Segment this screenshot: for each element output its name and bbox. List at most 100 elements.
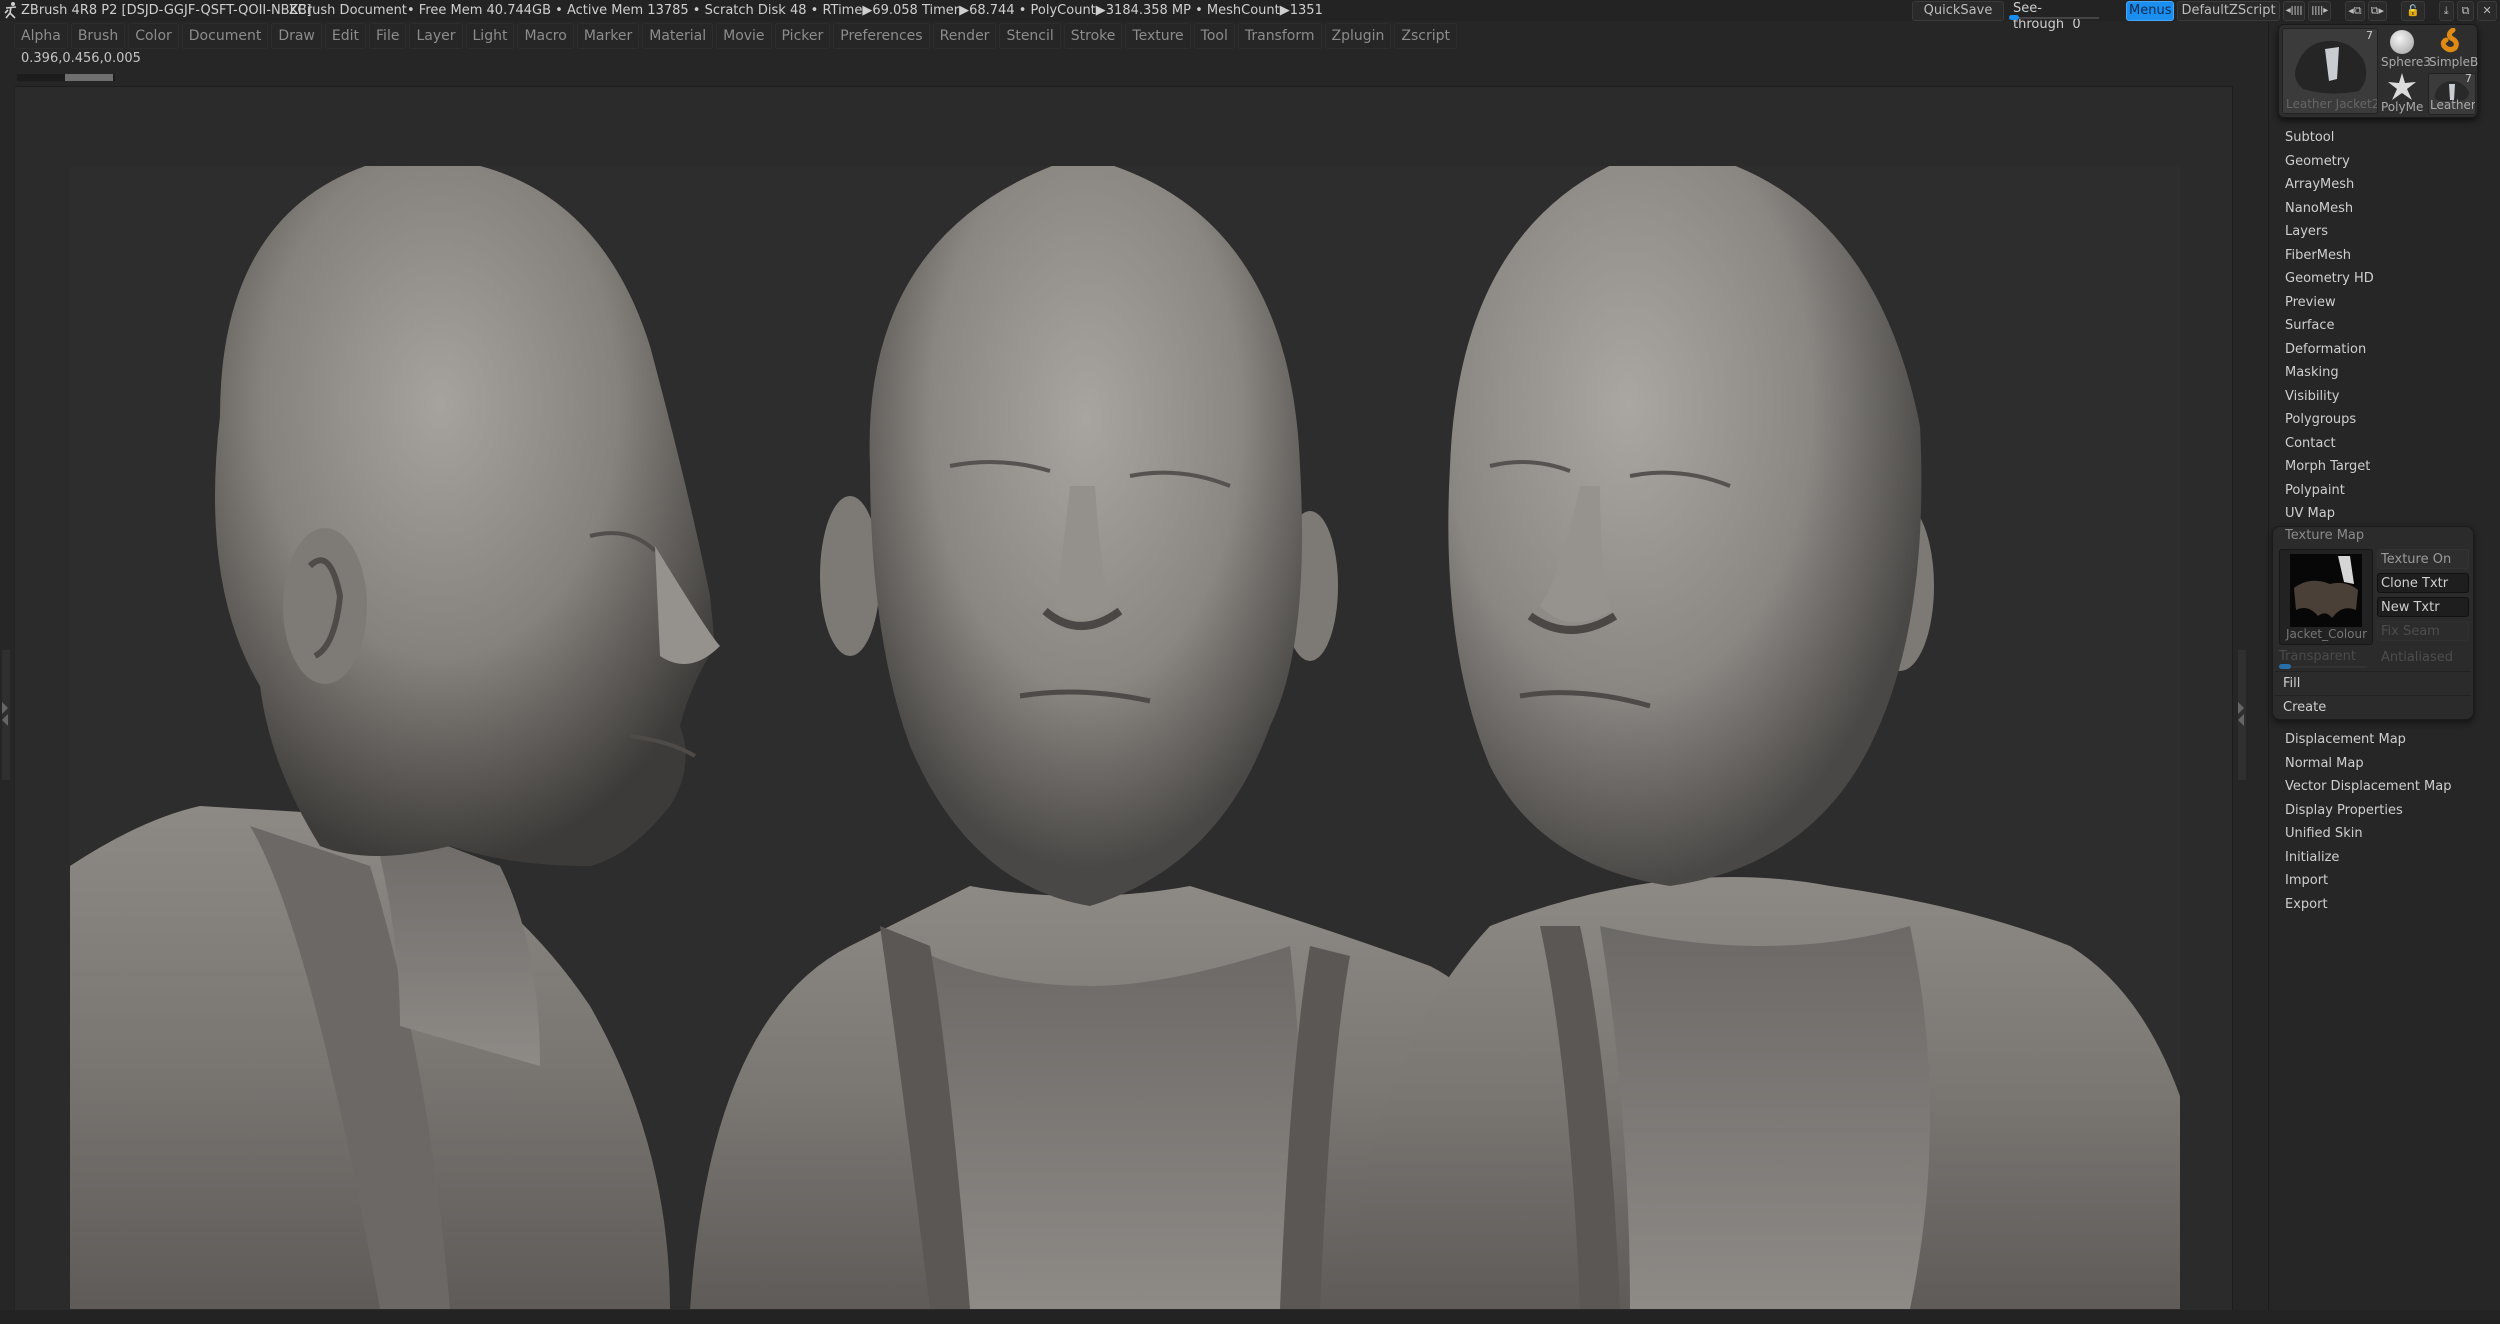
- new-texture-button[interactable]: New Txtr: [2377, 597, 2469, 617]
- subpalette-geometry-hd[interactable]: Geometry HD: [2285, 267, 2374, 291]
- menu-color[interactable]: Color: [128, 23, 179, 49]
- see-through-track[interactable]: [2009, 15, 2099, 20]
- current-tool-label: Leather Jacket2: [2286, 97, 2378, 111]
- subpalette-visibility[interactable]: Visibility: [2285, 385, 2374, 409]
- subpalette-contact[interactable]: Contact: [2285, 432, 2374, 456]
- see-through-slider[interactable]: See-through 0: [2007, 1, 2102, 32]
- fill-button[interactable]: Fill: [2275, 671, 2471, 695]
- memory-stats: • Free Mem 40.744GB • Active Mem 13785 •…: [407, 3, 1323, 18]
- menu-brush[interactable]: Brush: [70, 23, 126, 49]
- subpalette-masking[interactable]: Masking: [2285, 361, 2374, 385]
- subpalette-vector-displacement-map[interactable]: Vector Displacement Map: [2285, 775, 2452, 799]
- subpalette-morph-target[interactable]: Morph Target: [2285, 455, 2374, 479]
- subpalette-surface[interactable]: Surface: [2285, 314, 2374, 338]
- texture-on-button[interactable]: Texture On: [2377, 549, 2469, 569]
- minimize-icon[interactable]: ⤓: [2438, 1, 2454, 21]
- coordinate-slider-knob[interactable]: [65, 74, 113, 81]
- tool-subpalette-list-bottom: Displacement Map Normal Map Vector Displac…: [2285, 728, 2452, 916]
- menu-stroke[interactable]: Stroke: [1063, 23, 1123, 49]
- subpalette-export[interactable]: Export: [2285, 893, 2452, 917]
- subpalette-display-properties[interactable]: Display Properties: [2285, 799, 2452, 823]
- coordinate-slider[interactable]: [17, 74, 115, 81]
- create-button[interactable]: Create: [2275, 695, 2471, 719]
- menu-alpha[interactable]: Alpha: [14, 23, 68, 49]
- leather-jacket-thumbnail-icon: [2295, 40, 2367, 94]
- sculpt-render: [70, 166, 2180, 1309]
- menu-movie[interactable]: Movie: [716, 23, 772, 49]
- default-zscript-button[interactable]: DefaultZScript: [2177, 1, 2280, 21]
- see-through-knob[interactable]: [2009, 15, 2019, 20]
- subpalette-preview[interactable]: Preview: [2285, 291, 2374, 315]
- menu-macro[interactable]: Macro: [517, 23, 574, 49]
- tool-label: Leather: [2430, 98, 2476, 112]
- subpalette-subtool[interactable]: Subtool: [2285, 126, 2374, 150]
- subpalette-unified-skin[interactable]: Unified Skin: [2285, 822, 2452, 846]
- close-icon[interactable]: ✕: [2477, 1, 2497, 21]
- subpalette-uv-map[interactable]: UV Map: [2285, 502, 2374, 526]
- collapse-left-arrow-icon[interactable]: [2, 714, 8, 726]
- menu-material[interactable]: Material: [642, 23, 714, 49]
- tool-polymesh[interactable]: PolyMe: [2379, 71, 2425, 115]
- subpalette-nanomesh[interactable]: NanoMesh: [2285, 197, 2374, 221]
- menu-preferences[interactable]: Preferences: [833, 23, 930, 49]
- transparent-slider[interactable]: Transparent: [2277, 649, 2371, 669]
- menu-document[interactable]: Document: [181, 23, 269, 49]
- quicksave-button[interactable]: QuickSave: [1912, 1, 2004, 21]
- menu-file[interactable]: File: [369, 23, 407, 49]
- texture-thumbnail[interactable]: Jacket_Colour: [2279, 549, 2373, 645]
- lock-icon[interactable]: 🔓: [2401, 1, 2425, 21]
- menu-zscript[interactable]: Zscript: [1394, 23, 1457, 49]
- collapse-right-arrow-icon[interactable]: [2238, 714, 2244, 726]
- right-tray-handle[interactable]: [2238, 650, 2246, 780]
- subpalette-arraymesh[interactable]: ArrayMesh: [2285, 173, 2374, 197]
- expand-tray-right-icon[interactable]: ǀǀǀǀ▸: [2308, 1, 2332, 21]
- texture-map-title[interactable]: Texture Map: [2285, 528, 2364, 543]
- menu-draw[interactable]: Draw: [271, 23, 322, 49]
- clone-texture-button[interactable]: Clone Txtr: [2377, 573, 2469, 593]
- menu-marker[interactable]: Marker: [576, 23, 640, 49]
- polymesh-star-icon: [2388, 73, 2416, 100]
- fix-seam-button[interactable]: Fix Seam: [2377, 621, 2469, 641]
- menu-stencil[interactable]: Stencil: [999, 23, 1061, 49]
- subpalette-polypaint[interactable]: Polypaint: [2285, 479, 2374, 503]
- layout-prev-icon[interactable]: ◂⧉: [2345, 1, 2365, 21]
- subpalette-initialize[interactable]: Initialize: [2285, 846, 2452, 870]
- menu-transform[interactable]: Transform: [1237, 23, 1322, 49]
- current-tool-thumbnail[interactable]: 7 Leather Jacket2: [2282, 28, 2378, 114]
- sculpt-view-right: [1350, 166, 2180, 1309]
- menu-layer[interactable]: Layer: [409, 23, 463, 49]
- shrink-tray-left-icon[interactable]: ◂ǀǀǀǀ: [2282, 1, 2306, 21]
- menu-picker[interactable]: Picker: [774, 23, 831, 49]
- restore-icon[interactable]: ⧉: [2456, 1, 2475, 21]
- menus-toggle[interactable]: Menus: [2126, 1, 2175, 21]
- antialiased-toggle[interactable]: Antialiased: [2377, 647, 2469, 667]
- menu-tool[interactable]: Tool: [1193, 23, 1235, 49]
- layout-next-icon[interactable]: ⧉▸: [2367, 1, 2388, 21]
- transparent-slider-knob[interactable]: [2279, 664, 2291, 669]
- viewport[interactable]: [70, 166, 2180, 1309]
- tool-label: Sphere3: [2381, 55, 2431, 69]
- subpalette-import[interactable]: Import: [2285, 869, 2452, 893]
- menu-texture[interactable]: Texture: [1125, 23, 1191, 49]
- subpalette-normal-map[interactable]: Normal Map: [2285, 752, 2452, 776]
- tool-leather[interactable]: 7 Leather: [2428, 73, 2476, 115]
- tool-simplebrush[interactable]: SimpleB: [2427, 28, 2478, 70]
- tool-sphere3[interactable]: Sphere3: [2379, 28, 2431, 70]
- subpalette-polygroups[interactable]: Polygroups: [2285, 408, 2374, 432]
- top-right-controls: QuickSave See-through 0 Menus DefaultZSc…: [1912, 0, 2497, 32]
- coordinate-readout: 0.396,0.456,0.005: [21, 51, 141, 66]
- left-tray-handle[interactable]: [2, 650, 10, 780]
- sphere-icon: [2390, 30, 2414, 54]
- subpalette-geometry[interactable]: Geometry: [2285, 150, 2374, 174]
- menu-zplugin[interactable]: Zplugin: [1324, 23, 1392, 49]
- expand-right-arrow-icon[interactable]: [2238, 702, 2244, 714]
- expand-left-arrow-icon[interactable]: [2, 702, 8, 714]
- subpalette-fibermesh[interactable]: FiberMesh: [2285, 244, 2374, 268]
- menu-light[interactable]: Light: [465, 23, 515, 49]
- subpalette-deformation[interactable]: Deformation: [2285, 338, 2374, 362]
- texture-preview-image: [2290, 554, 2362, 627]
- menu-edit[interactable]: Edit: [324, 23, 367, 49]
- menu-render[interactable]: Render: [932, 23, 997, 49]
- subpalette-layers[interactable]: Layers: [2285, 220, 2374, 244]
- subpalette-displacement-map[interactable]: Displacement Map: [2285, 728, 2452, 752]
